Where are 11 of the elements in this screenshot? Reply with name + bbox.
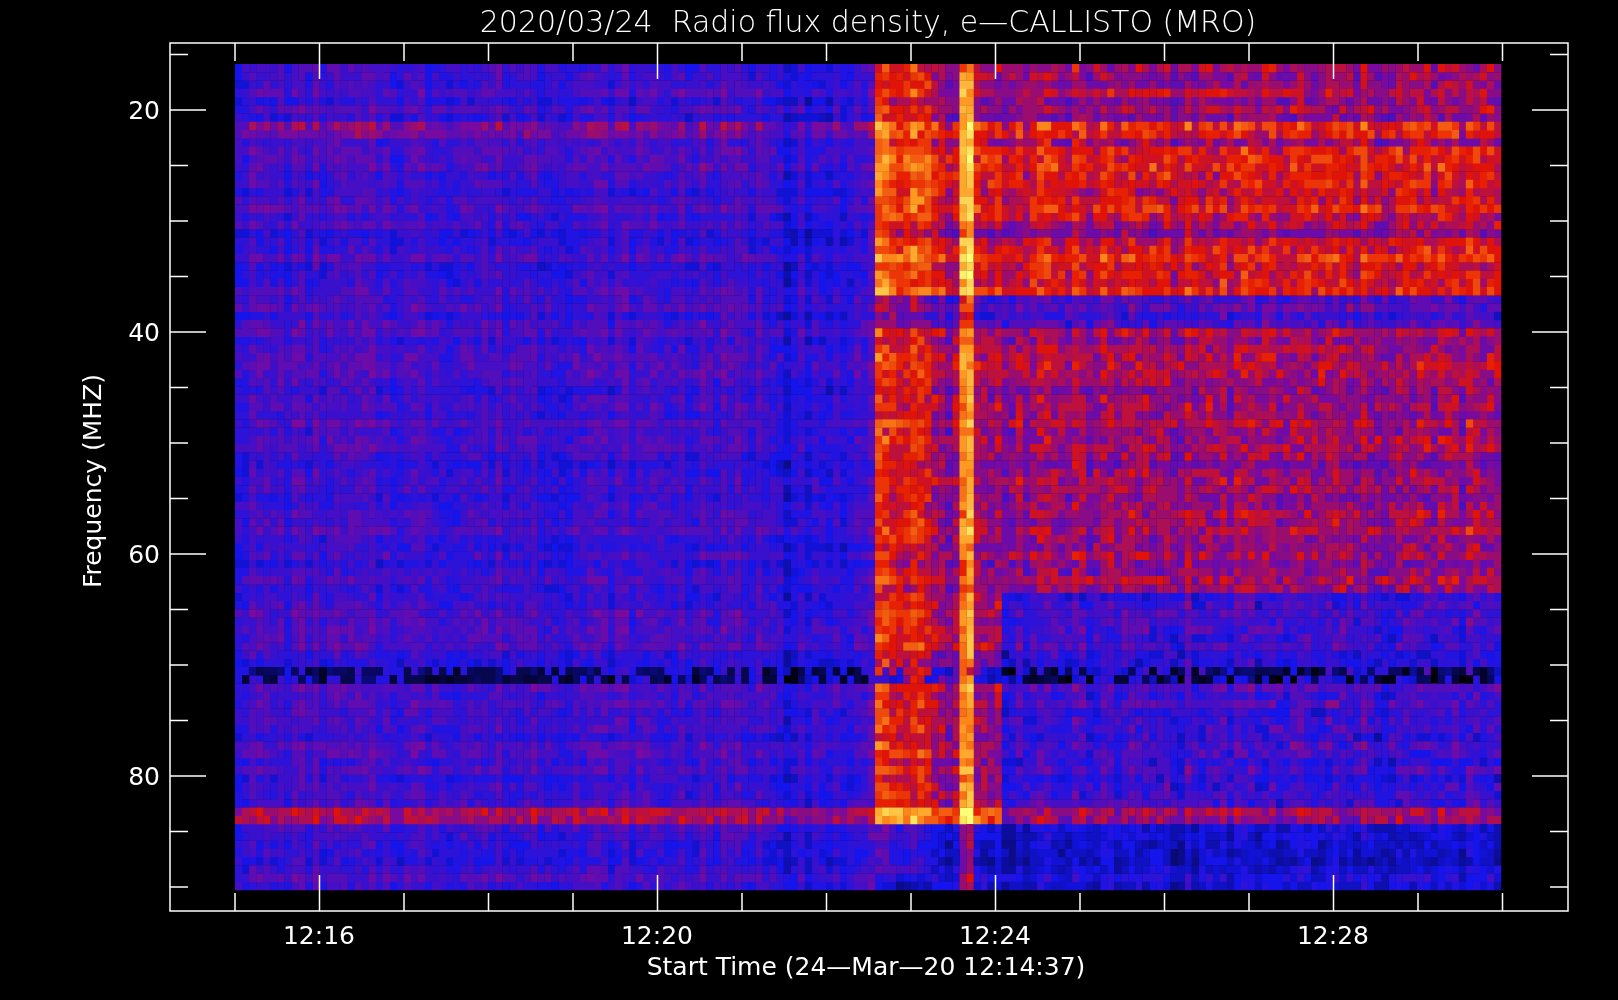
tick-label: 40 bbox=[128, 318, 160, 347]
tick-label: 20 bbox=[128, 96, 160, 125]
plot-title: 2020/03/24 Radio flux density, e—CALLISTO (MRO) bbox=[479, 4, 1257, 39]
tick-label: 12:16 bbox=[283, 921, 355, 950]
axis-label: Frequency (MHZ) bbox=[78, 373, 107, 589]
tick-label: 80 bbox=[128, 762, 160, 791]
axis-label: Start Time (24—Mar—20 12:14:37) bbox=[646, 952, 1086, 981]
tick-label: 12:24 bbox=[959, 921, 1031, 950]
tick-label: 12:28 bbox=[1297, 921, 1369, 950]
tick-label: 60 bbox=[128, 540, 160, 569]
tick-label: 12:20 bbox=[621, 921, 693, 950]
